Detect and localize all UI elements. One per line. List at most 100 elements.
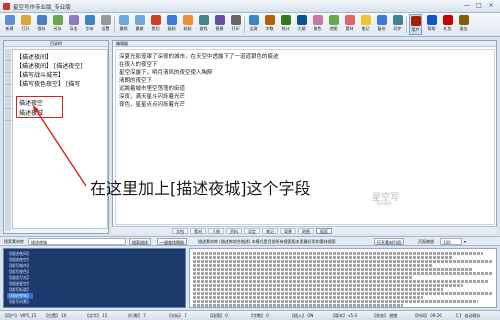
editor-line: 星空深露下，明月清风的夜空使人陶醉 bbox=[119, 70, 213, 76]
toolbar-button-label: 大纲 bbox=[297, 26, 306, 31]
vertical-tab[interactable] bbox=[5, 109, 11, 121]
toolbar-button[interactable]: 大纲 bbox=[295, 14, 308, 35]
tree-item-highlighted[interactable]: 描述夜城 bbox=[19, 108, 43, 117]
minimize-button[interactable]: — bbox=[462, 2, 472, 10]
chevron-down-icon[interactable]: ▾ bbox=[464, 238, 466, 245]
directory-tree: 【描述夜间】 【描述夜间】 [描述夜空] 【描写战斗城市】 【描写夜色夜空】 [… bbox=[12, 49, 108, 229]
status-item: 【光标】 7 bbox=[167, 313, 187, 318]
editor-tab[interactable]: 资料 bbox=[226, 228, 242, 234]
toolbar-button[interactable]: 全屏 bbox=[247, 14, 260, 35]
toolbar-icon bbox=[426, 15, 437, 25]
editor-tab[interactable]: 地图 bbox=[298, 228, 314, 234]
toolbar-button[interactable]: 用户 bbox=[409, 14, 422, 35]
toolbar-icon bbox=[360, 15, 371, 25]
editor-tab[interactable]: 文档 bbox=[172, 228, 188, 234]
toolbar-separator bbox=[114, 16, 115, 33]
toolbar-button[interactable]: 帮助 bbox=[425, 14, 438, 35]
status-item: 【段落】 0 bbox=[208, 313, 228, 318]
toolbar-button[interactable]: 退出 bbox=[457, 14, 470, 35]
toolbar-button[interactable]: 剪切 bbox=[149, 14, 162, 35]
close-button[interactable]: × bbox=[486, 2, 496, 10]
toolbar-icon bbox=[68, 15, 79, 25]
toolbar-button[interactable]: 笔记 bbox=[359, 14, 372, 35]
toolbar-button[interactable]: 重做 bbox=[133, 14, 146, 35]
toolbar-button-label: 全屏 bbox=[249, 26, 258, 31]
toolbar-button[interactable]: 字数 bbox=[263, 14, 276, 35]
toolbar-button[interactable]: 字体 bbox=[83, 14, 96, 35]
vertical-tab-strip bbox=[5, 49, 11, 231]
toolbar-button[interactable]: 新建 bbox=[3, 14, 16, 35]
main-toolbar: 新建 打开 保存 另存 导出 字体 设置 撤销 重做 剪切 复制 粘贴 查找 替换 打印 全屏 字数 统计 大纲 角色… bbox=[0, 13, 500, 37]
editor-line: 深夜，满天星斗闪烁着光芒 bbox=[119, 94, 186, 100]
toolbar-icon bbox=[150, 15, 161, 25]
toolbar-button-label: 笔记 bbox=[361, 26, 370, 31]
editor-tab[interactable]: 背景 bbox=[280, 228, 296, 234]
search-bar: 搜索素材库 描述夜城 搜索描述 一键查找替换 描述素材库 (描述库综合描述) 本… bbox=[0, 236, 500, 246]
search-result-preview bbox=[189, 248, 497, 308]
toolbar-button[interactable]: 设置 bbox=[99, 14, 112, 35]
toolbar-button-label: 字数 bbox=[265, 26, 274, 31]
editor-tab[interactable]: 人物 bbox=[208, 228, 224, 234]
vertical-tab[interactable] bbox=[5, 85, 11, 97]
vertical-tab[interactable] bbox=[5, 97, 11, 109]
toolbar-button-label: 保存 bbox=[37, 26, 46, 31]
tree-item[interactable]: 【描写夜色夜空】 [描写 bbox=[16, 79, 80, 88]
zoom-select[interactable]: 100 bbox=[440, 238, 462, 245]
toolbar-button-label: 礼包 bbox=[443, 26, 452, 31]
tree-item-highlighted[interactable]: 描述夜空 bbox=[19, 98, 43, 107]
tree-item[interactable]: 【描写战斗城市】 bbox=[16, 70, 64, 79]
status-item: 【总字】 15 bbox=[85, 313, 108, 318]
toolbar-button[interactable]: 保存 bbox=[35, 14, 48, 35]
toolbar-button[interactable]: 打开 bbox=[19, 14, 32, 35]
toolbar-button[interactable]: 地图 bbox=[327, 14, 340, 35]
toolbar-icon bbox=[344, 15, 355, 25]
editor-tab[interactable]: 搜索 bbox=[316, 228, 332, 234]
status-item: 【版本】 v5.0 bbox=[331, 313, 357, 318]
vertical-tab[interactable] bbox=[5, 61, 11, 73]
toolbar-button[interactable]: 粘贴 bbox=[181, 14, 194, 35]
toolbar-button-label: 字体 bbox=[85, 26, 94, 31]
toolbar-button[interactable]: 导出 bbox=[67, 14, 80, 35]
toolbar-button[interactable]: 打印 bbox=[229, 14, 242, 35]
editor-line: 清朗的夜空下 bbox=[119, 78, 153, 84]
status-item: 【插入】 ON bbox=[290, 313, 314, 318]
editor-tab[interactable]: 笔记 bbox=[262, 228, 278, 234]
vertical-tab[interactable] bbox=[5, 73, 11, 85]
toolbar-button-label: 退出 bbox=[459, 26, 468, 31]
toolbar-button-label: 备份 bbox=[377, 26, 386, 31]
preview-text-line bbox=[193, 288, 443, 291]
toolbar-button[interactable]: 撤销 bbox=[117, 14, 130, 35]
toolbar-icon bbox=[230, 15, 241, 25]
tree-item[interactable]: 【描述夜间】 [描述夜空] bbox=[16, 61, 83, 70]
vertical-tab[interactable] bbox=[5, 49, 11, 61]
search-input[interactable]: 描述夜城 bbox=[28, 238, 126, 245]
title-bar: 星空写作专业版_专业版 — □ × bbox=[0, 0, 500, 13]
toolbar-button[interactable]: 同步 bbox=[391, 14, 404, 35]
zoom-label: 页面缩放 bbox=[418, 239, 434, 244]
toolbar-button[interactable]: 另存 bbox=[51, 14, 64, 35]
toolbar-button[interactable]: 角色 bbox=[311, 14, 324, 35]
tree-item[interactable]: 【描述夜间】 bbox=[16, 52, 52, 61]
toolbar-button-label: 打印 bbox=[231, 26, 240, 31]
toolbar-icon bbox=[100, 15, 111, 25]
toolbar-button[interactable]: 复制 bbox=[165, 14, 178, 35]
search-description-button[interactable]: 搜索描述 bbox=[129, 238, 151, 245]
find-replace-button[interactable]: 一键查找替换 bbox=[157, 238, 187, 245]
toolbar-separator bbox=[244, 16, 245, 33]
toolbar-button[interactable]: 素材 bbox=[343, 14, 356, 35]
editor-header: 编辑器 bbox=[113, 41, 496, 47]
open-reference-button[interactable]: 打开素材引用 bbox=[374, 238, 404, 245]
toolbar-icon bbox=[52, 15, 63, 25]
toolbar-button[interactable]: 礼包 bbox=[441, 14, 454, 35]
toolbar-icon bbox=[248, 15, 259, 25]
toolbar-button[interactable]: 替换 bbox=[213, 14, 226, 35]
toolbar-button-label: 设置 bbox=[101, 26, 110, 31]
toolbar-button[interactable]: 备份 bbox=[375, 14, 388, 35]
editor-tab[interactable]: 素材 bbox=[190, 228, 206, 234]
editor-tab[interactable]: 设定 bbox=[244, 228, 260, 234]
toolbar-button[interactable]: 查找 bbox=[197, 14, 210, 35]
toolbar-button[interactable]: 统计 bbox=[279, 14, 292, 35]
maximize-button[interactable]: □ bbox=[474, 2, 484, 10]
preview-text-line bbox=[193, 284, 463, 287]
result-list-item[interactable]: 【描写风景】 bbox=[7, 299, 31, 305]
